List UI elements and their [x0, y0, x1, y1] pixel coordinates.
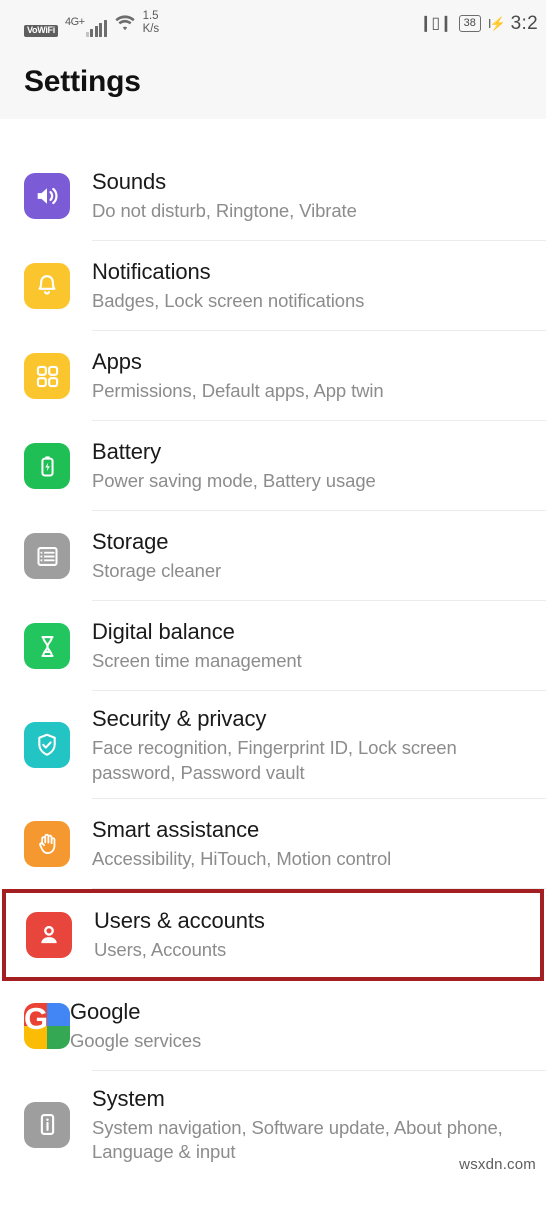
settings-row-text: Google Google services [70, 984, 530, 1068]
wifi-icon [114, 14, 136, 37]
settings-row-title: System [92, 1085, 165, 1111]
settings-row-subtitle: Accessibility, HiTouch, Motion control [92, 848, 392, 870]
settings-row-subtitle: Permissions, Default apps, App twin [92, 380, 384, 402]
battery-level-indicator: 38 [458, 15, 481, 32]
watermark: wsxdn.com [459, 1155, 536, 1173]
settings-row-title: Sounds [92, 169, 167, 195]
settings-row-text: Sounds Do not disturb, Ringtone, Vibrate [92, 154, 530, 238]
settings-row-title: Google [70, 998, 141, 1024]
settings-row-digital-balance[interactable]: Digital balance Screen time management [0, 601, 546, 691]
hand-icon [24, 820, 70, 867]
status-bar-left: VoWiFi 4G+ 1.5 K/s [24, 10, 159, 37]
settings-row-subtitle: Users, Accounts [94, 939, 227, 961]
settings-row-text: Security & privacy Face recognition, Fin… [92, 691, 530, 799]
signal-bars-icon [85, 19, 107, 37]
status-bar: VoWiFi 4G+ 1.5 K/s ❙▯❙ 38 I⚡ 3:2 [0, 0, 546, 47]
settings-row-title: Apps [92, 349, 142, 375]
settings-row-text: Digital balance Screen time management [92, 604, 530, 688]
settings-row-sounds[interactable]: Sounds Do not disturb, Ringtone, Vibrate [0, 151, 546, 241]
settings-row-title: Storage [92, 529, 169, 555]
settings-row-title: Notifications [92, 259, 211, 285]
settings-row-subtitle: Power saving mode, Battery usage [92, 470, 376, 492]
settings-row-text: Battery Power saving mode, Battery usage [92, 424, 530, 508]
status-bar-right: ❙▯❙ 38 I⚡ 3:2 [419, 13, 538, 35]
settings-row-battery[interactable]: Battery Power saving mode, Battery usage [0, 421, 546, 511]
network-speed-indicator: 1.5 K/s [143, 10, 160, 36]
settings-row-subtitle: Do not disturb, Ringtone, Vibrate [92, 200, 357, 222]
network-speed-unit: K/s [142, 23, 160, 35]
scrolled-partial-row [0, 119, 546, 151]
vibrate-icon: ❙▯❙ [418, 14, 453, 32]
battery-bolt-icon [24, 443, 70, 489]
clock-label: 3:2 [510, 12, 538, 34]
settings-row-text: Smart assistance Accessibility, HiTouch,… [92, 802, 530, 886]
network-speed-value: 1.5 [142, 10, 159, 23]
settings-row-notifications[interactable]: Notifications Badges, Lock screen notifi… [0, 241, 546, 331]
settings-row-subtitle: Badges, Lock screen notifications [92, 290, 365, 312]
settings-list: Sounds Do not disturb, Ringtone, Vibrate… [0, 119, 546, 1179]
phone-info-icon [24, 1101, 70, 1148]
person-icon [26, 911, 72, 958]
settings-row-title: Digital balance [92, 619, 235, 645]
settings-row-subtitle: Storage cleaner [92, 560, 222, 582]
charging-bolt-icon: I⚡ [487, 16, 506, 31]
page-header: Settings [0, 47, 546, 119]
settings-row-subtitle: Face recognition, Fingerprint ID, Lock s… [92, 737, 457, 783]
cellular-signal-icon: 4G+ [64, 15, 107, 37]
speaker-icon [24, 173, 70, 219]
google-icon: G [24, 1002, 70, 1049]
settings-row-title: Smart assistance [92, 817, 260, 843]
bell-icon [24, 263, 70, 309]
settings-row-smart-assistance[interactable]: Smart assistance Accessibility, HiTouch,… [0, 798, 546, 889]
grid-apps-icon [24, 353, 70, 399]
settings-row-title: Battery [92, 439, 161, 465]
settings-row-storage[interactable]: Storage Storage cleaner [0, 511, 546, 601]
settings-row-text: Users & accounts Users, Accounts [94, 893, 524, 977]
settings-row-text: Notifications Badges, Lock screen notifi… [92, 244, 530, 328]
hourglass-icon [24, 623, 70, 669]
settings-row-subtitle: Google services [70, 1029, 202, 1051]
settings-row-security-privacy[interactable]: Security & privacy Face recognition, Fin… [0, 691, 546, 799]
settings-row-text: Storage Storage cleaner [92, 514, 530, 598]
page-title: Settings [24, 65, 141, 98]
settings-row-users-accounts[interactable]: Users & accounts Users, Accounts [2, 888, 544, 981]
settings-row-subtitle: Screen time management [92, 650, 302, 672]
network-type-label: 4G+ [64, 15, 85, 28]
settings-row-text: Apps Permissions, Default apps, App twin [92, 334, 530, 418]
shield-check-icon [24, 721, 70, 768]
storage-stack-icon [24, 533, 70, 579]
settings-row-apps[interactable]: Apps Permissions, Default apps, App twin [0, 331, 546, 421]
vowifi-icon: VoWiFi [24, 24, 58, 37]
settings-row-title: Security & privacy [92, 706, 267, 731]
settings-row-google[interactable]: G Google Google services [0, 980, 546, 1071]
settings-row-title: Users & accounts [94, 907, 265, 933]
